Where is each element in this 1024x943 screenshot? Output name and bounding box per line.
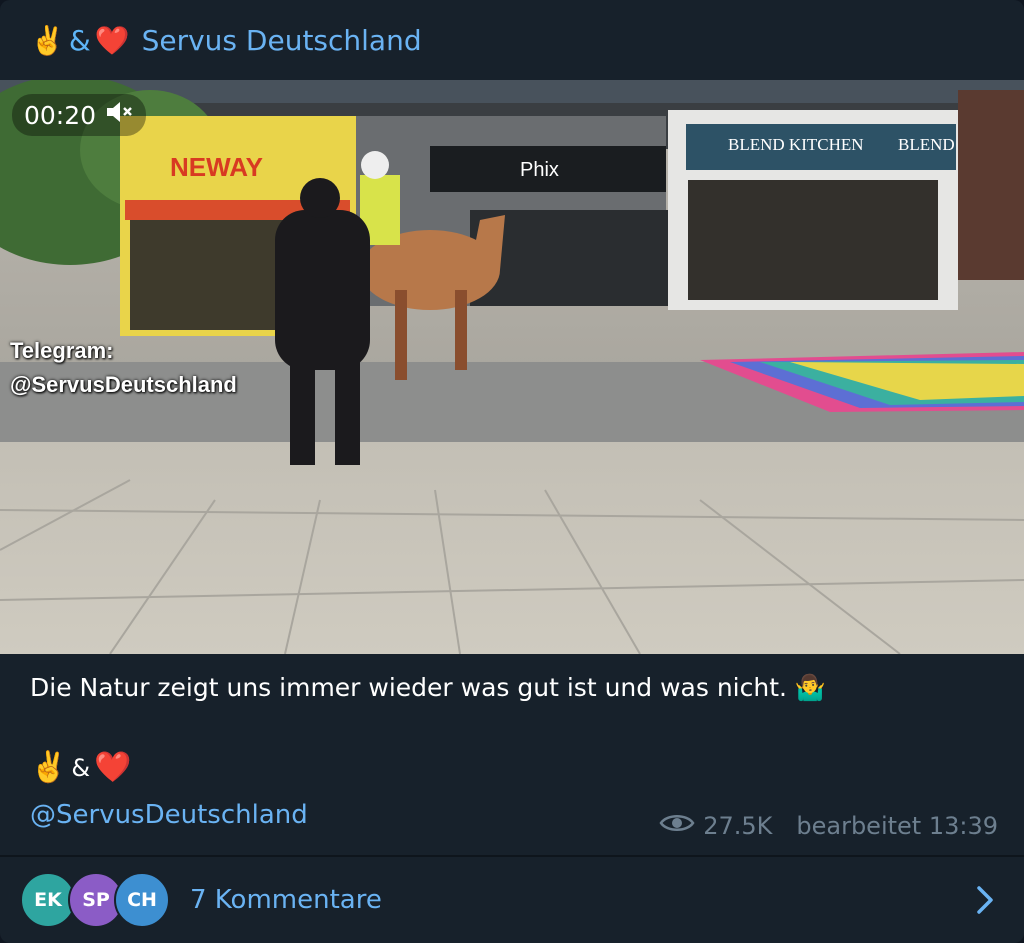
watermark-line-1: Telegram: xyxy=(10,338,114,363)
channel-emoji-group: ✌️ & ❤️ xyxy=(30,24,130,57)
ampersand: & xyxy=(71,753,91,782)
heart-emoji: ❤️ xyxy=(94,23,130,57)
ampersand: & xyxy=(68,23,91,57)
video-time: 00:20 xyxy=(24,100,97,130)
shop-sign-blend-kitchen: BLEND KITCHEN xyxy=(728,135,864,154)
avatar: CH xyxy=(114,872,170,928)
message-text: Die Natur zeigt uns immer wieder was gut… xyxy=(30,673,827,702)
comments-link[interactable]: 7 Kommentare xyxy=(190,885,382,915)
heart-emoji: ❤️ xyxy=(94,750,132,785)
edited-timestamp: bearbeitet 13:39 xyxy=(796,812,998,840)
victory-hand-emoji: ✌️ xyxy=(30,750,68,785)
chevron-right-icon[interactable] xyxy=(976,885,994,919)
channel-title[interactable]: Servus Deutschland xyxy=(142,24,422,57)
video-player[interactable]: NEWAY Phix BLEND KITCHEN BLEND KI 00:20 … xyxy=(0,80,1024,654)
commenter-avatars: EK SP CH xyxy=(20,872,170,928)
post-header: ✌️ & ❤️ Servus Deutschland xyxy=(0,0,1024,80)
watermark-line-2: @ServusDeutschland xyxy=(10,372,237,397)
view-count: 27.5K xyxy=(703,812,773,840)
eye-icon xyxy=(659,812,695,840)
message-signature: ✌️ & ❤️ xyxy=(30,750,131,785)
message-meta: 27.5K bearbeitet 13:39 xyxy=(659,812,998,840)
video-time-badge[interactable]: 00:20 xyxy=(12,94,147,136)
victory-hand-emoji: ✌️ xyxy=(30,23,65,57)
comments-bar[interactable]: EK SP CH 7 Kommentare xyxy=(0,857,1024,943)
shop-sign-neway: NEWAY xyxy=(170,152,263,182)
shop-sign-phix: Phix xyxy=(520,159,559,181)
channel-mention-link[interactable]: @ServusDeutschland xyxy=(30,800,308,830)
muted-speaker-icon[interactable] xyxy=(104,97,134,133)
video-watermark: Telegram: @ServusDeutschland xyxy=(10,334,237,402)
channel-post-card: ✌️ & ❤️ Servus Deutschland NEWAY Phix BL… xyxy=(0,0,1024,943)
